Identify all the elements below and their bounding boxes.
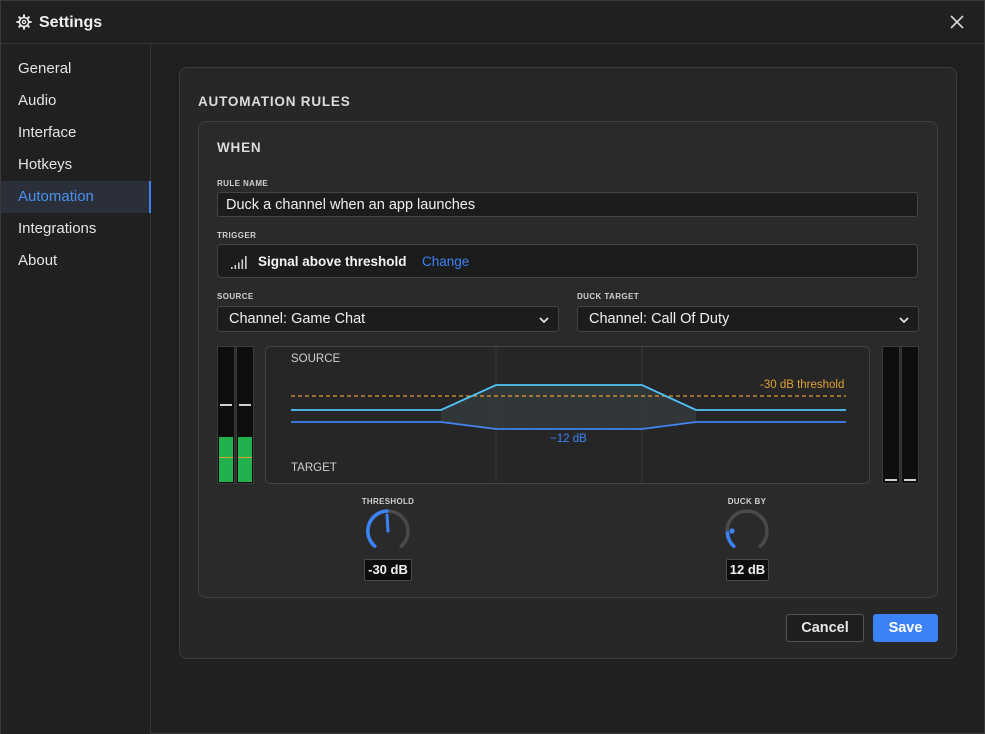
source-label: SOURCE [217, 292, 254, 301]
sidebar-item-hotkeys[interactable]: Hotkeys [1, 149, 151, 181]
duck-by-knob[interactable] [723, 507, 771, 555]
signal-bars-icon [231, 256, 247, 269]
duck-target-label: DUCK TARGET [577, 292, 640, 301]
meter-peak [885, 479, 897, 481]
meter-peak [220, 404, 232, 406]
meter-fill [219, 437, 233, 482]
duck-by-value: 12 dB [726, 559, 769, 581]
gear-icon [16, 14, 32, 30]
meter-peak [239, 404, 251, 406]
trigger-box: Signal above threshold Change [217, 244, 918, 278]
graph-target-label: TARGET [291, 462, 337, 474]
sidebar-item-about[interactable]: About [1, 245, 151, 277]
graph-threshold-label: -30 dB threshold [760, 379, 845, 391]
sidebar-item-integrations[interactable]: Integrations [1, 213, 151, 245]
ducking-graph: SOURCE TARGET -30 dB threshold −12 dB [265, 346, 870, 484]
card-title: WHEN [217, 140, 262, 155]
trigger-label: TRIGGER [217, 231, 257, 240]
rule-name-label: RULE NAME [217, 179, 269, 188]
sidebar-item-audio[interactable]: Audio [1, 85, 151, 117]
cancel-button[interactable]: Cancel [786, 614, 864, 642]
duck-by-label: DUCK BY [727, 497, 767, 506]
sidebar-item-automation[interactable]: Automation [1, 181, 151, 213]
change-trigger-link[interactable]: Change [422, 254, 469, 269]
chevron-down-icon [539, 317, 549, 324]
threshold-value: -30 dB [364, 559, 412, 581]
duck-target-select[interactable]: Channel: Call Of Duty [577, 306, 919, 332]
graph-duck-label: −12 dB [550, 433, 587, 445]
target-meter-left [882, 346, 900, 484]
settings-window: Settings General Audio Interface Hotkeys… [0, 0, 985, 734]
source-meter-left [217, 346, 235, 484]
sidebar-item-interface[interactable]: Interface [1, 117, 151, 149]
save-button[interactable]: Save [873, 614, 938, 642]
close-icon[interactable] [947, 12, 967, 32]
threshold-knob[interactable] [364, 507, 412, 555]
meter-threshold-mark [219, 457, 233, 458]
source-meter-right [236, 346, 254, 484]
meter-threshold-mark [238, 457, 252, 458]
chevron-down-icon [899, 317, 909, 324]
source-select[interactable]: Channel: Game Chat [217, 306, 559, 332]
ducking-graph-svg [291, 347, 846, 483]
threshold-label: THRESHOLD [361, 497, 415, 506]
meter-fill [238, 437, 252, 482]
rule-name-input[interactable] [217, 192, 918, 217]
sidebar: General Audio Interface Hotkeys Automati… [1, 44, 151, 734]
graph-source-label: SOURCE [291, 353, 341, 365]
sidebar-item-general[interactable]: General [1, 53, 151, 85]
section-title: AUTOMATION RULES [198, 94, 351, 109]
source-select-value: Channel: Game Chat [229, 311, 366, 327]
meter-peak [904, 479, 916, 481]
title-bar: Settings [1, 1, 984, 44]
duck-target-select-value: Channel: Call Of Duty [589, 311, 730, 327]
window-title: Settings [39, 14, 103, 31]
trigger-value: Signal above threshold [258, 254, 407, 269]
target-meter-right [901, 346, 919, 484]
